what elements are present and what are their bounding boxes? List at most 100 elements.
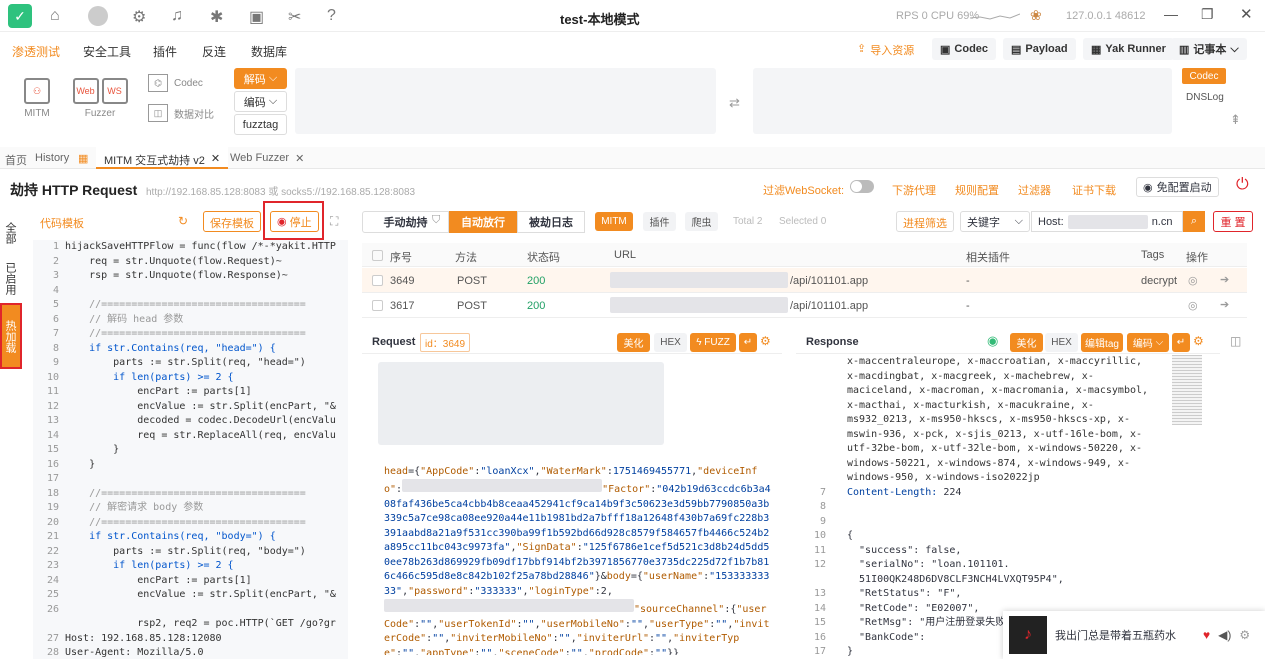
col-status[interactable]: 状态码 xyxy=(527,249,560,265)
plugin-filter-tag[interactable]: 插件 xyxy=(643,212,676,231)
keyword-select[interactable]: 关键字 ⌵ xyxy=(960,211,1030,232)
menu-pentest[interactable]: 渗透测试 xyxy=(12,43,60,60)
tools-icon[interactable]: ✂ xyxy=(288,7,301,27)
yak-runner-button[interactable]: ▦ Yak Runner xyxy=(1083,38,1174,60)
terminal-icon[interactable]: ▣ xyxy=(249,7,264,27)
close-icon[interactable]: ✕ xyxy=(1240,5,1253,23)
help-icon[interactable]: ? xyxy=(327,7,336,25)
response-beautify-button[interactable]: 美化 xyxy=(1010,333,1043,352)
websocket-toggle[interactable] xyxy=(850,180,874,193)
row-checkbox[interactable] xyxy=(372,300,383,311)
request-beautify-button[interactable]: 美化 xyxy=(617,333,650,352)
power-icon[interactable]: ⏻ xyxy=(1236,176,1249,194)
request-hex-button[interactable]: HEX xyxy=(654,333,687,352)
dnslog-tab[interactable]: DNSLog xyxy=(1186,92,1224,103)
fuzzer-tool[interactable]: Web WS Fuzzer xyxy=(72,78,128,119)
codec-tool[interactable]: ⌬ Codec xyxy=(148,74,203,92)
fuzz-button[interactable]: ϟ FUZZ xyxy=(690,333,736,352)
tab-mitm[interactable]: MITM 交互式劫持 v2 ✕ xyxy=(96,147,229,169)
line-code: Host: 192.168.85.128:12080 xyxy=(65,632,222,644)
music-player[interactable]: ♪ 我出门总是带着五瓶药水 ♥ ◀) ⚙ xyxy=(1003,611,1265,659)
downstream-proxy-link[interactable]: 下游代理 xyxy=(892,182,936,198)
data-compare-tool[interactable]: ◫ 数据对比 xyxy=(148,104,214,122)
panel-toggle-icon[interactable]: ◫ xyxy=(1230,334,1241,348)
menu-reverse[interactable]: 反连 xyxy=(202,43,226,60)
filter-link[interactable]: 过滤器 xyxy=(1018,182,1051,198)
codec-right-tab[interactable]: Codec xyxy=(1182,68,1226,84)
home-icon[interactable]: ⌂ xyxy=(50,7,60,25)
reset-button[interactable]: 重 置 xyxy=(1213,211,1253,232)
menu-database[interactable]: 数据库 xyxy=(251,43,287,60)
volume-icon[interactable]: ◀) xyxy=(1218,628,1231,642)
free-config-start-button[interactable]: ◉ 免配置启动 xyxy=(1136,177,1219,197)
chrome-icon[interactable]: ◎ xyxy=(1188,299,1198,312)
col-method[interactable]: 方法 xyxy=(455,249,477,265)
yak-icon[interactable]: ❀ xyxy=(1030,7,1042,24)
codec-input-area[interactable] xyxy=(295,68,716,134)
host-search-input[interactable]: Host: n.cn xyxy=(1031,211,1183,232)
col-id[interactable]: 序号 xyxy=(390,249,412,265)
auto-release-tab[interactable]: 自动放行 xyxy=(449,211,517,233)
tab-history[interactable]: History xyxy=(35,152,69,164)
code-line: 5 //================================== xyxy=(33,298,348,313)
swap-icon[interactable]: ⇄ xyxy=(729,95,740,111)
hijack-log-tab[interactable]: 被劫日志 xyxy=(517,211,585,233)
response-settings-icon[interactable]: ⚙ xyxy=(1193,334,1204,348)
cert-download-link[interactable]: 证书下载 xyxy=(1072,182,1116,198)
request-body[interactable]: head={"AppCode":"loanXcx","WaterMark":17… xyxy=(384,450,772,655)
mitm-filter-tag[interactable]: MITM xyxy=(595,212,633,231)
settings-icon[interactable]: ⚙ xyxy=(1239,628,1250,642)
menu-security-tools[interactable]: 安全工具 xyxy=(83,43,131,60)
avatar[interactable] xyxy=(88,6,108,26)
line-code: //================================== xyxy=(65,328,306,339)
crawler-filter-tag[interactable]: 爬虫 xyxy=(685,212,718,231)
gear-icon[interactable]: ⚙ xyxy=(132,7,146,27)
code-editor[interactable]: 1 hijackSaveHTTPFlow = func(flow /*-*yaki… xyxy=(33,240,348,659)
bug-icon[interactable]: ✱ xyxy=(210,7,223,27)
row-checkbox[interactable] xyxy=(372,275,383,286)
heart-icon[interactable]: ♥ xyxy=(1203,628,1210,642)
tab-home[interactable]: 首页 xyxy=(5,152,27,168)
save-template-button[interactable]: 保存模板 xyxy=(203,211,261,232)
arrow-right-icon[interactable]: ➔ xyxy=(1220,273,1229,286)
notebook-button[interactable]: ▥ 记事本 ⌵ xyxy=(1171,38,1247,60)
code-line: 12 encValue := str.Split(encPart, "& xyxy=(33,400,348,415)
codec-menu-button[interactable]: ▣ Codec xyxy=(932,38,997,60)
menu-plugins[interactable]: 插件 xyxy=(153,43,177,60)
side-tab-all[interactable]: 全部 xyxy=(0,213,20,253)
close-icon[interactable]: ✕ xyxy=(295,152,304,165)
minimize-icon[interactable]: — xyxy=(1164,6,1178,22)
request-settings-icon[interactable]: ⚙ xyxy=(760,334,771,348)
chrome-icon[interactable]: ◉ xyxy=(987,333,998,349)
process-filter-button[interactable]: 进程筛选 xyxy=(896,211,954,232)
refresh-icon[interactable]: ↻ xyxy=(178,214,188,228)
bell-icon[interactable]: ♫ xyxy=(171,7,183,25)
request-enter-icon[interactable]: ↵ xyxy=(739,333,757,352)
import-resource-button[interactable]: ⇪ 导入资源 xyxy=(857,42,914,58)
maximize-icon[interactable]: ❐ xyxy=(1201,6,1214,23)
fuzztag-button[interactable]: fuzztag xyxy=(234,114,287,135)
col-plugin[interactable]: 相关插件 xyxy=(966,249,1010,265)
response-encode-dropdown[interactable]: 编码 ⌵ xyxy=(1127,333,1169,352)
tab-webfuzzer[interactable]: Web Fuzzer ✕ xyxy=(230,152,304,165)
decode-dropdown[interactable]: 解码 ⌵ xyxy=(234,68,287,89)
codec-tool-icon: ⌬ xyxy=(148,74,168,92)
select-all-checkbox[interactable] xyxy=(372,250,383,261)
fullscreen-icon[interactable]: ⛶ xyxy=(330,214,338,229)
collapse-icon[interactable]: ⇞ xyxy=(1230,112,1241,128)
arrow-right-icon[interactable]: ➔ xyxy=(1220,298,1229,311)
side-tab-enabled[interactable]: 已启用 xyxy=(0,258,20,298)
col-url[interactable]: URL xyxy=(614,249,636,261)
chrome-icon[interactable]: ◎ xyxy=(1188,274,1198,287)
stop-button[interactable]: ◉ 停止 xyxy=(270,211,319,232)
encode-dropdown[interactable]: 编码 ⌵ xyxy=(234,91,287,112)
close-icon[interactable]: ✕ xyxy=(211,152,220,165)
payload-menu-button[interactable]: ▤ Payload xyxy=(1003,38,1076,60)
response-enter-icon[interactable]: ↵ xyxy=(1172,333,1190,352)
edit-tag-button[interactable]: 编辑tag xyxy=(1081,333,1123,352)
mitm-tool[interactable]: ⚇ MITM xyxy=(15,78,59,119)
rule-config-link[interactable]: 规则配置 xyxy=(955,182,999,198)
codec-output-area[interactable] xyxy=(753,68,1172,134)
search-icon[interactable]: ⌕ xyxy=(1183,211,1205,232)
response-hex-button[interactable]: HEX xyxy=(1045,333,1078,352)
